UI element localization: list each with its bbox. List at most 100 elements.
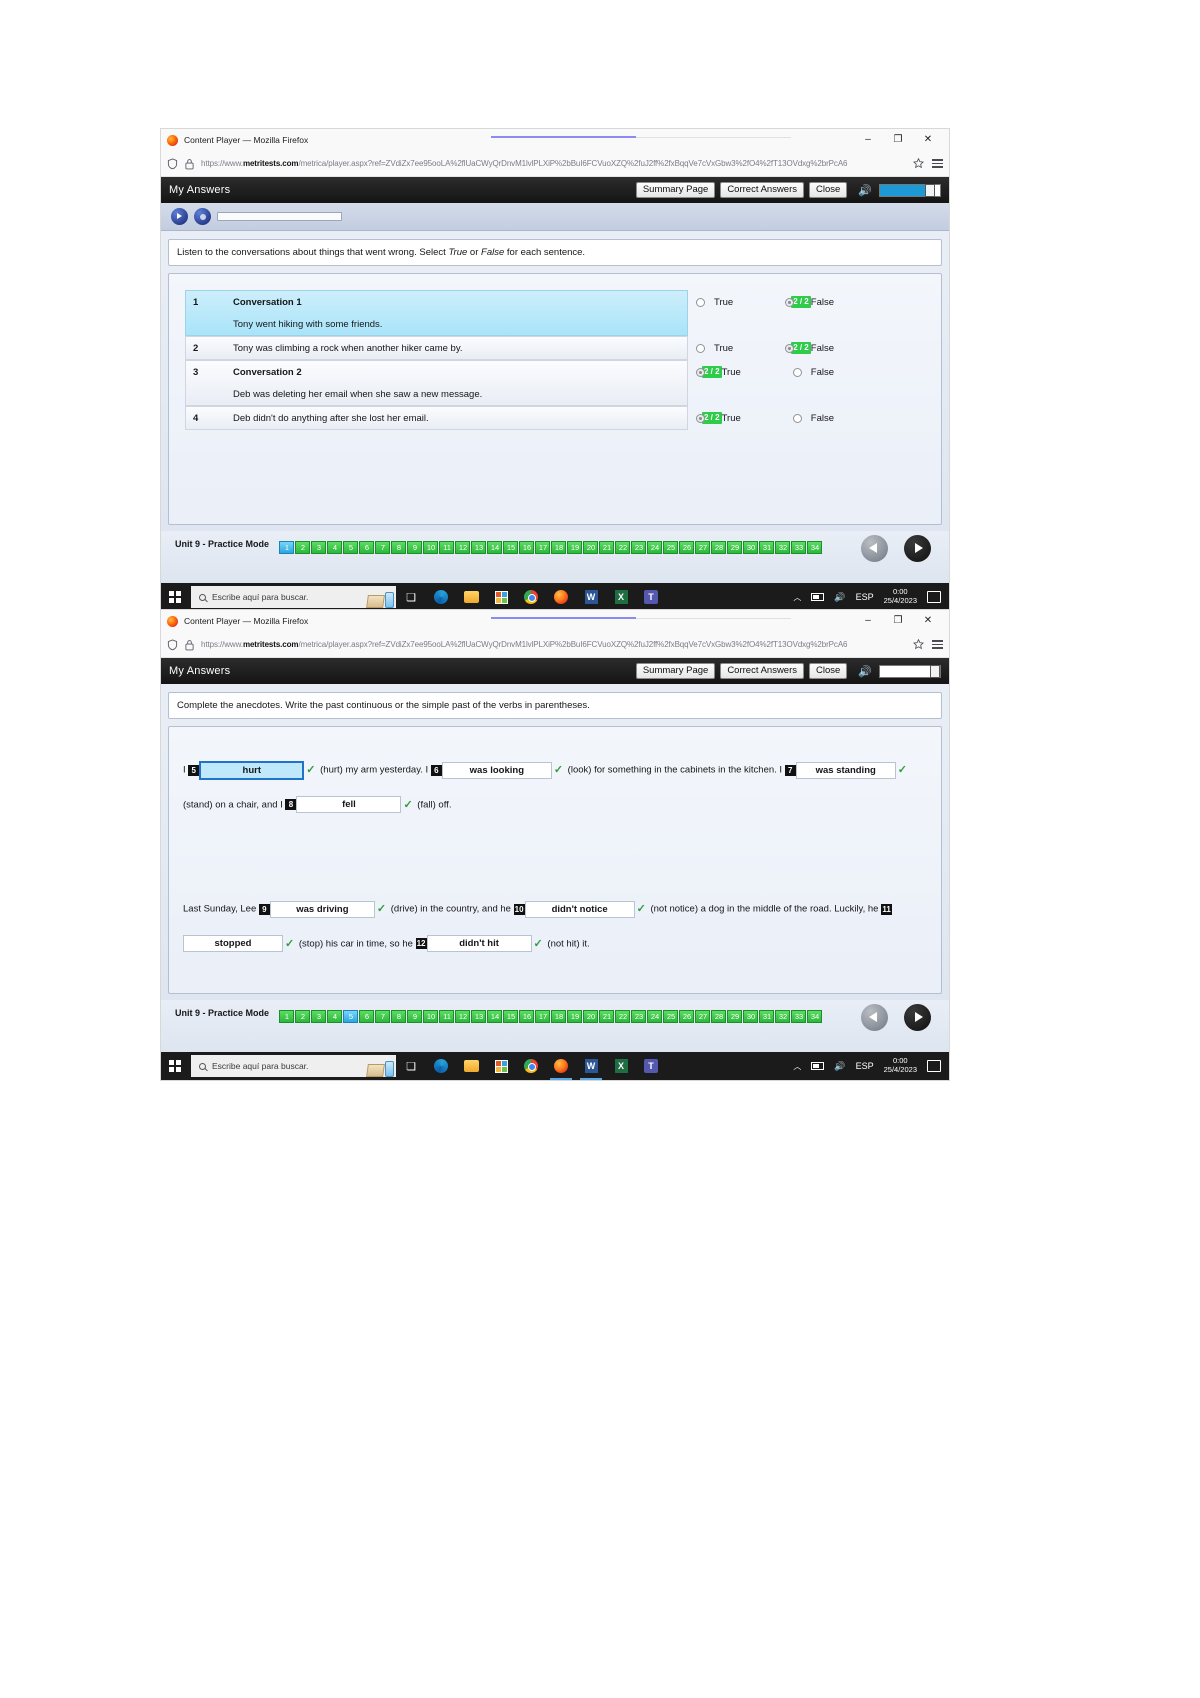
volume-slider-1[interactable] xyxy=(879,183,941,197)
option-label-false[interactable]: False xyxy=(811,343,834,354)
page-button-6[interactable]: 6 xyxy=(359,541,375,554)
page-button-7[interactable]: 7 xyxy=(375,1010,391,1023)
minimize-button-2[interactable]: – xyxy=(853,611,883,631)
page-button-20[interactable]: 20 xyxy=(583,1010,599,1023)
answer-input-12[interactable]: didn't hit xyxy=(426,935,532,953)
correct-answers-button[interactable]: Correct Answers xyxy=(720,181,804,199)
page-button-29[interactable]: 29 xyxy=(727,1010,743,1023)
page-button-25[interactable]: 25 xyxy=(663,1010,679,1023)
language-indicator[interactable]: ESP xyxy=(856,592,874,602)
page-button-17[interactable]: 17 xyxy=(535,1010,551,1023)
teams-icon[interactable]: T xyxy=(636,583,666,611)
page-button-30[interactable]: 30 xyxy=(743,541,759,554)
page-button-1[interactable]: 1 xyxy=(279,541,295,554)
page-button-11[interactable]: 11 xyxy=(439,541,455,554)
answer-input-8[interactable]: fell xyxy=(296,796,402,814)
page-button-15[interactable]: 15 xyxy=(503,1010,519,1023)
volume-knob[interactable] xyxy=(924,183,935,197)
speaker-icon-2[interactable]: 🔊 xyxy=(858,665,872,678)
correct-answers-button-2[interactable]: Correct Answers xyxy=(720,662,804,680)
radio-true[interactable] xyxy=(696,297,705,307)
excel-icon[interactable]: X xyxy=(606,583,636,611)
notifications-icon[interactable] xyxy=(927,591,941,603)
page-button-21[interactable]: 21 xyxy=(599,541,615,554)
taskbar-search-input[interactable]: Escribe aquí para buscar. xyxy=(191,586,396,608)
page-button-9[interactable]: 9 xyxy=(407,541,423,554)
question-text-block[interactable]: 2 Tony was climbing a rock when another h… xyxy=(185,336,688,360)
page-button-26[interactable]: 26 xyxy=(679,541,695,554)
start-button[interactable] xyxy=(161,591,189,603)
page-button-11[interactable]: 11 xyxy=(439,1010,455,1023)
bookmark-star-icon[interactable] xyxy=(913,158,924,169)
radio-false[interactable] xyxy=(785,297,795,307)
page-button-12[interactable]: 12 xyxy=(455,1010,471,1023)
page-button-13[interactable]: 13 xyxy=(471,541,487,554)
option-label-false[interactable]: False xyxy=(811,297,834,308)
close-button-2[interactable]: Close xyxy=(809,662,848,680)
page-button-14[interactable]: 14 xyxy=(487,1010,503,1023)
chrome-icon[interactable] xyxy=(516,583,546,611)
page-button-3[interactable]: 3 xyxy=(311,1010,327,1023)
page-button-30[interactable]: 30 xyxy=(743,1010,759,1023)
summary-page-button-2[interactable]: Summary Page xyxy=(635,662,716,680)
edge-icon-2[interactable] xyxy=(426,1052,456,1080)
file-explorer-icon-2[interactable] xyxy=(456,1052,486,1080)
url-bar-2[interactable]: https://www.metritests.com/metrica/playe… xyxy=(201,640,906,649)
answer-input-10[interactable]: didn't notice xyxy=(524,900,635,918)
page-button-34[interactable]: 34 xyxy=(807,1010,823,1023)
page-button-28[interactable]: 28 xyxy=(711,541,727,554)
page-button-33[interactable]: 33 xyxy=(791,541,807,554)
page-button-20[interactable]: 20 xyxy=(583,541,599,554)
radio-false[interactable] xyxy=(792,367,802,377)
chrome-icon-2[interactable] xyxy=(516,1052,546,1080)
bookmark-star-icon-2[interactable] xyxy=(913,639,924,650)
minimize-button[interactable]: – xyxy=(853,130,883,150)
page-button-17[interactable]: 17 xyxy=(535,541,551,554)
clock[interactable]: 0:00 25/4/2023 xyxy=(884,588,917,605)
lock-icon[interactable] xyxy=(185,158,194,170)
answer-input-5[interactable]: hurt xyxy=(199,760,305,780)
option-label-false[interactable]: False xyxy=(811,367,834,378)
page-button-29[interactable]: 29 xyxy=(727,541,743,554)
task-view-icon[interactable]: ❏ xyxy=(396,583,426,611)
radio-true[interactable] xyxy=(696,413,705,423)
audio-seek-bar[interactable] xyxy=(217,212,342,221)
speaker-icon[interactable]: 🔊 xyxy=(858,184,872,197)
page-button-10[interactable]: 10 xyxy=(423,541,439,554)
page-button-21[interactable]: 21 xyxy=(599,1010,615,1023)
page-button-4[interactable]: 4 xyxy=(327,541,343,554)
page-button-27[interactable]: 27 xyxy=(695,1010,711,1023)
page-button-24[interactable]: 24 xyxy=(647,1010,663,1023)
page-button-5[interactable]: 5 xyxy=(343,541,359,554)
page-button-9[interactable]: 9 xyxy=(407,1010,423,1023)
page-button-34[interactable]: 34 xyxy=(807,541,823,554)
page-button-10[interactable]: 10 xyxy=(423,1010,439,1023)
page-button-2[interactable]: 2 xyxy=(295,1010,311,1023)
prev-arrow-icon[interactable] xyxy=(861,535,888,562)
page-button-23[interactable]: 23 xyxy=(631,541,647,554)
next-arrow-icon[interactable] xyxy=(904,535,931,562)
volume-slider-2[interactable] xyxy=(879,664,941,678)
edge-icon[interactable] xyxy=(426,583,456,611)
close-window-button-2[interactable]: ✕ xyxy=(913,611,943,631)
page-button-8[interactable]: 8 xyxy=(391,1010,407,1023)
battery-icon[interactable] xyxy=(811,593,825,601)
page-button-23[interactable]: 23 xyxy=(631,1010,647,1023)
task-view-icon-2[interactable]: ❏ xyxy=(396,1052,426,1080)
page-button-7[interactable]: 7 xyxy=(375,541,391,554)
page-button-24[interactable]: 24 xyxy=(647,541,663,554)
excel-icon-2[interactable]: X xyxy=(606,1052,636,1080)
option-label-true[interactable]: True xyxy=(714,297,733,308)
page-button-19[interactable]: 19 xyxy=(567,1010,583,1023)
url-bar[interactable]: https://www.metritests.com/metrica/playe… xyxy=(201,159,906,168)
page-button-1[interactable]: 1 xyxy=(279,1010,295,1023)
page-button-16[interactable]: 16 xyxy=(519,541,535,554)
microsoft-store-icon-2[interactable] xyxy=(486,1052,516,1080)
show-hidden-icons-2[interactable]: ︿ xyxy=(793,1061,801,1072)
file-explorer-icon[interactable] xyxy=(456,583,486,611)
option-label-false[interactable]: False xyxy=(811,413,834,424)
page-button-18[interactable]: 18 xyxy=(551,541,567,554)
taskbar-search-input-2[interactable]: Escribe aquí para buscar. xyxy=(191,1055,396,1077)
page-button-2[interactable]: 2 xyxy=(295,541,311,554)
menu-icon-2[interactable] xyxy=(932,640,943,649)
